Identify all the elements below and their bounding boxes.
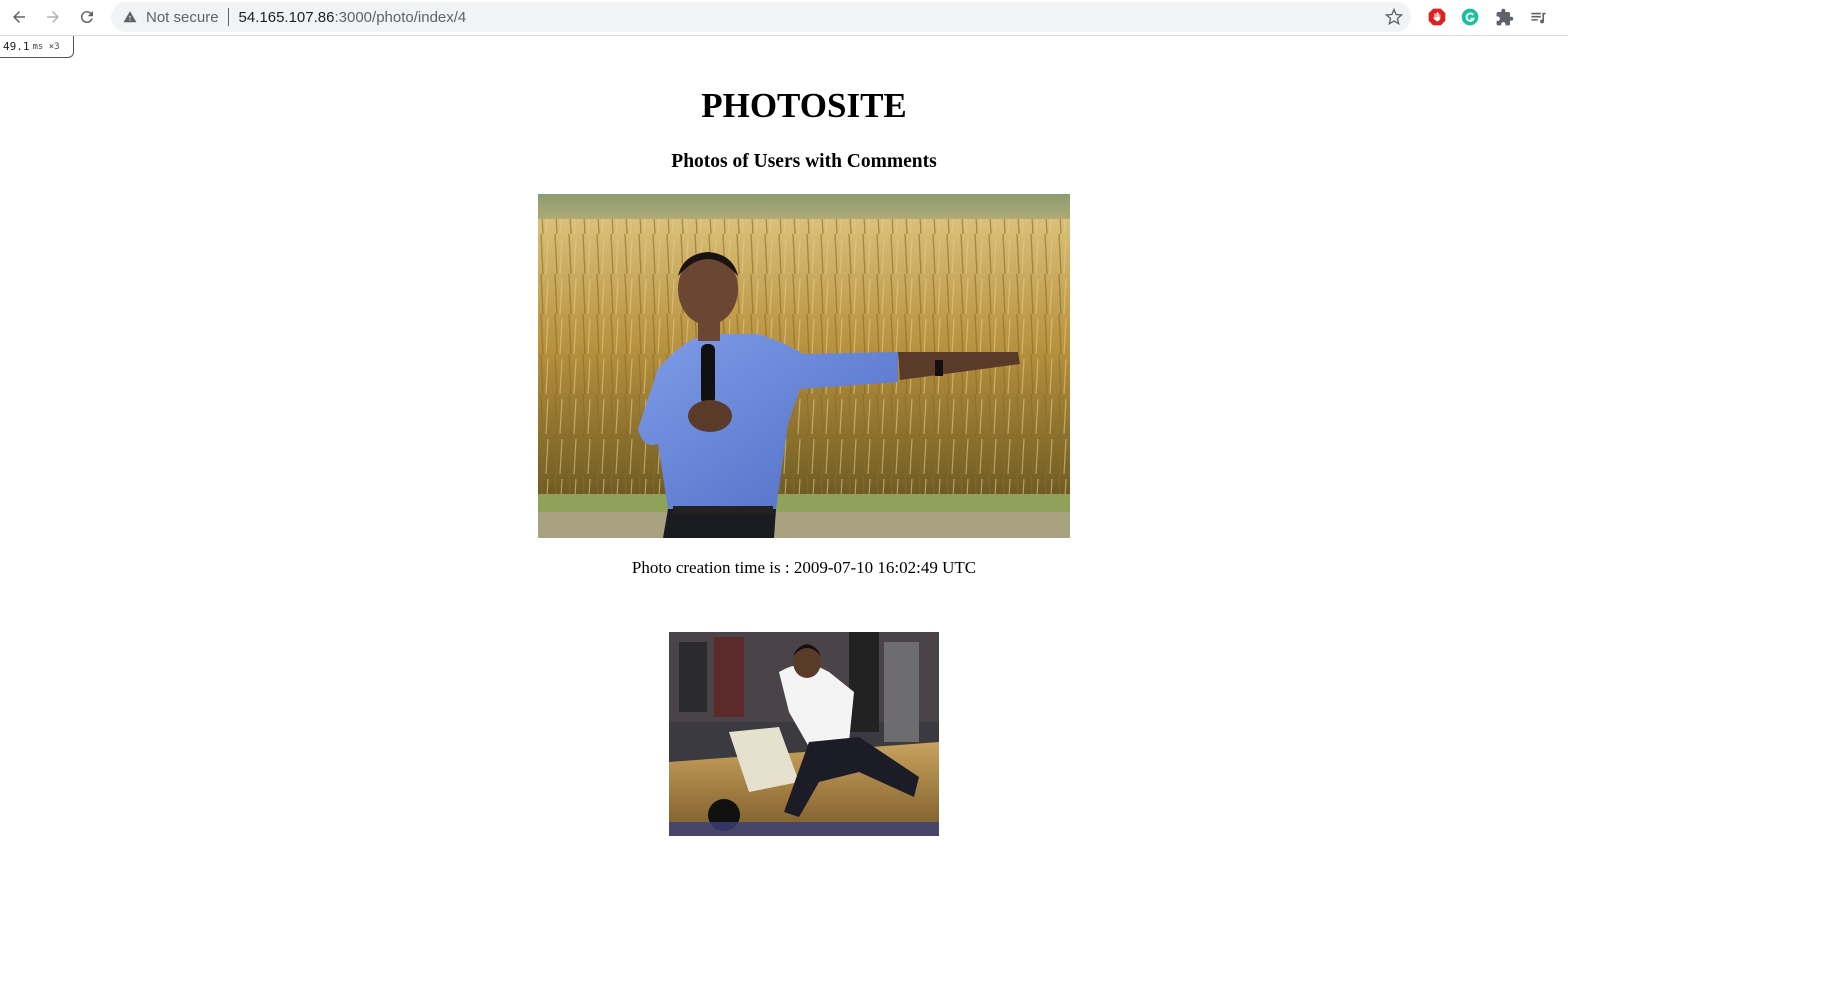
grammarly-icon[interactable] [1459, 6, 1481, 28]
extensions-icon[interactable] [1493, 6, 1515, 28]
star-icon[interactable] [1385, 8, 1403, 26]
address-bar[interactable]: Not secure 54.165.107.86:3000/photo/inde… [111, 2, 1411, 32]
back-icon [13, 11, 25, 23]
photo-image [669, 632, 939, 836]
reload-icon [80, 11, 93, 24]
reload-button[interactable] [74, 4, 100, 30]
render-timer-badge: 49.1 ms ×3 [0, 36, 74, 58]
url-path: :3000/photo/index/4 [334, 8, 467, 26]
reading-list-icon[interactable] [1527, 6, 1549, 28]
url-text[interactable]: 54.165.107.86:3000/photo/index/4 [239, 9, 467, 26]
separator [227, 8, 229, 26]
timer-value: 49.1 [3, 40, 30, 53]
photo-image [538, 194, 1070, 538]
adblock-icon[interactable] [1426, 6, 1448, 28]
forward-button[interactable] [40, 4, 66, 30]
photo-caption: Photo creation time is : 2009-07-10 16:0… [631, 558, 977, 577]
page-subtitle: Photos of Users with Comments [671, 151, 937, 172]
back-button[interactable] [6, 4, 32, 30]
browser-toolbar: Not secure 54.165.107.86:3000/photo/inde… [0, 0, 1568, 36]
warning-icon [123, 10, 137, 24]
forward-icon [47, 11, 59, 23]
timer-unit: ms ×3 [32, 41, 60, 52]
profile-avatar[interactable] [1558, 6, 1568, 28]
site-title: PHOTOSITE [701, 86, 907, 125]
security-label[interactable]: Not secure [146, 9, 219, 26]
url-host: 54.165.107.86 [238, 8, 335, 26]
